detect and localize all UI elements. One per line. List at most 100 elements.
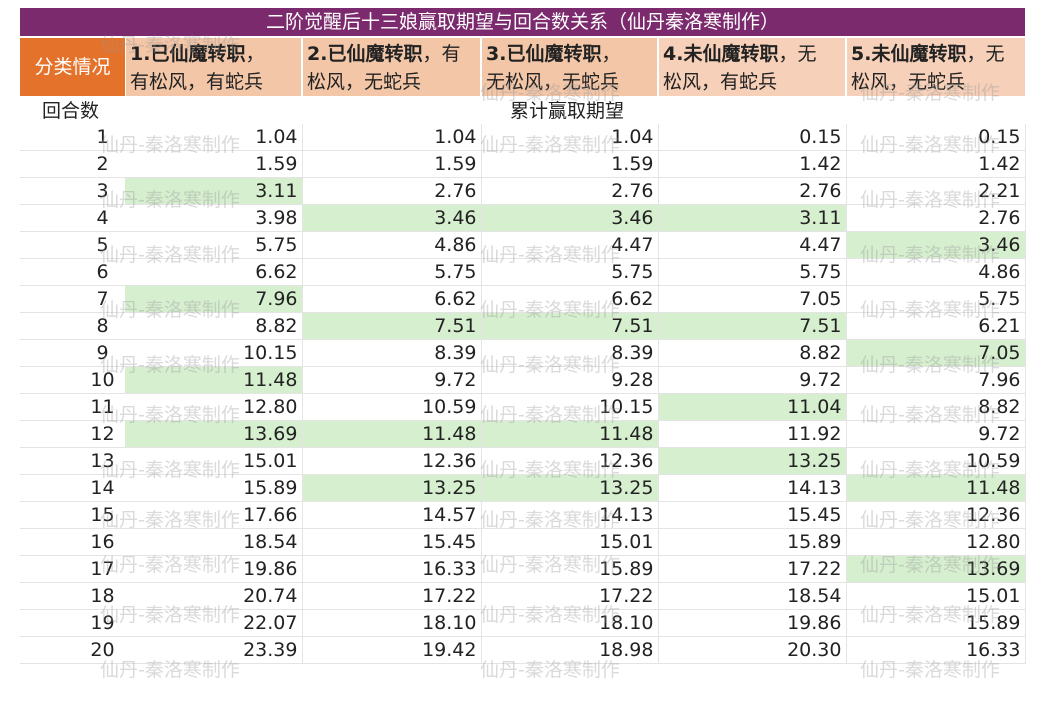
value-cell-col3[interactable]: 1.59 <box>481 150 659 179</box>
value-cell-col2[interactable]: 4.86 <box>302 231 482 260</box>
value-cell-col5[interactable]: 15.01 <box>846 582 1026 611</box>
value-cell-col4[interactable]: 11.92 <box>658 420 847 449</box>
value-cell-col2[interactable]: 2.76 <box>302 177 482 206</box>
value-cell-col4[interactable]: 20.30 <box>658 636 847 665</box>
value-cell-col2[interactable]: 9.72 <box>302 366 482 395</box>
value-cell-col2[interactable]: 1.59 <box>302 150 482 179</box>
value-cell-col4[interactable]: 13.25 <box>658 447 847 476</box>
value-cell-col4[interactable]: 15.45 <box>658 501 847 530</box>
value-cell-col2[interactable]: 1.04 <box>302 124 482 152</box>
value-cell-col4[interactable]: 5.75 <box>658 258 847 287</box>
value-cell-col3[interactable]: 11.48 <box>481 420 659 449</box>
value-cell-col3[interactable]: 17.22 <box>481 582 659 611</box>
value-cell-col4[interactable]: 9.72 <box>658 366 847 395</box>
value-cell-col1[interactable]: 8.82 <box>125 312 303 341</box>
value-cell-col4[interactable]: 17.22 <box>658 555 847 584</box>
value-cell-col3[interactable]: 15.01 <box>481 528 659 557</box>
value-cell-col3[interactable]: 8.39 <box>481 339 659 368</box>
value-cell-col5[interactable]: 7.96 <box>846 366 1026 395</box>
value-cell-col3[interactable]: 3.46 <box>481 204 659 233</box>
value-cell-col3[interactable]: 1.04 <box>481 124 659 152</box>
value-cell-col3[interactable]: 14.13 <box>481 501 659 530</box>
value-cell-col5[interactable]: 2.76 <box>846 204 1026 233</box>
value-cell-col2[interactable]: 13.25 <box>302 474 482 503</box>
value-cell-col4[interactable]: 11.04 <box>658 393 847 422</box>
value-cell-col3[interactable]: 10.15 <box>481 393 659 422</box>
value-cell-col4[interactable]: 0.15 <box>658 124 847 152</box>
value-cell-col5[interactable]: 16.33 <box>846 636 1026 665</box>
value-cell-col1[interactable]: 3.98 <box>125 204 303 233</box>
value-cell-col4[interactable]: 18.54 <box>658 582 847 611</box>
value-cell-col3[interactable]: 18.10 <box>481 609 659 638</box>
value-cell-col4[interactable]: 7.51 <box>658 312 847 341</box>
value-cell-col1[interactable]: 11.48 <box>125 366 303 395</box>
value-cell-col4[interactable]: 3.11 <box>658 204 847 233</box>
value-cell-col5[interactable]: 10.59 <box>846 447 1026 476</box>
value-cell-col2[interactable]: 3.46 <box>302 204 482 233</box>
value-cell-col1[interactable]: 7.96 <box>125 285 303 314</box>
value-cell-col3[interactable]: 15.89 <box>481 555 659 584</box>
value-cell-col2[interactable]: 12.36 <box>302 447 482 476</box>
value-cell-col4[interactable]: 19.86 <box>658 609 847 638</box>
value-cell-col2[interactable]: 17.22 <box>302 582 482 611</box>
value-cell-col1[interactable]: 22.07 <box>125 609 303 638</box>
value-cell-col5[interactable]: 0.15 <box>846 124 1026 152</box>
value-cell-col1[interactable]: 3.11 <box>125 177 303 206</box>
value-cell-col1[interactable]: 1.04 <box>125 124 303 152</box>
value-cell-col1[interactable]: 6.62 <box>125 258 303 287</box>
value-cell-col5[interactable]: 11.48 <box>846 474 1026 503</box>
value-cell-col3[interactable]: 4.47 <box>481 231 659 260</box>
value-cell-col2[interactable]: 11.48 <box>302 420 482 449</box>
value-cell-col3[interactable]: 9.28 <box>481 366 659 395</box>
value-cell-col5[interactable]: 12.36 <box>846 501 1026 530</box>
value-cell-col3[interactable]: 13.25 <box>481 474 659 503</box>
value-cell-col5[interactable]: 3.46 <box>846 231 1026 260</box>
value-cell-col5[interactable]: 13.69 <box>846 555 1026 584</box>
value-cell-col1[interactable]: 13.69 <box>125 420 303 449</box>
value-cell-col4[interactable]: 4.47 <box>658 231 847 260</box>
value-cell-col4[interactable]: 14.13 <box>658 474 847 503</box>
value-cell-col1[interactable]: 18.54 <box>125 528 303 557</box>
value-cell-col1[interactable]: 15.01 <box>125 447 303 476</box>
value-cell-col1[interactable]: 15.89 <box>125 474 303 503</box>
value-cell-col5[interactable]: 15.89 <box>846 609 1026 638</box>
value-cell-col5[interactable]: 1.42 <box>846 150 1026 179</box>
value-cell-col4[interactable]: 8.82 <box>658 339 847 368</box>
value-cell-col1[interactable]: 10.15 <box>125 339 303 368</box>
value-cell-col4[interactable]: 15.89 <box>658 528 847 557</box>
value-cell-col3[interactable]: 2.76 <box>481 177 659 206</box>
value-cell-col4[interactable]: 1.42 <box>658 150 847 179</box>
value-cell-col1[interactable]: 12.80 <box>125 393 303 422</box>
value-cell-col1[interactable]: 23.39 <box>125 636 303 665</box>
value-cell-col3[interactable]: 7.51 <box>481 312 659 341</box>
value-cell-col5[interactable]: 6.21 <box>846 312 1026 341</box>
value-cell-col5[interactable]: 9.72 <box>846 420 1026 449</box>
value-cell-col1[interactable]: 5.75 <box>125 231 303 260</box>
value-cell-col5[interactable]: 8.82 <box>846 393 1026 422</box>
value-cell-col1[interactable]: 1.59 <box>125 150 303 179</box>
value-cell-col2[interactable]: 8.39 <box>302 339 482 368</box>
value-cell-col1[interactable]: 19.86 <box>125 555 303 584</box>
value-cell-col2[interactable]: 5.75 <box>302 258 482 287</box>
value-cell-col2[interactable]: 19.42 <box>302 636 482 665</box>
value-cell-col2[interactable]: 6.62 <box>302 285 482 314</box>
value-cell-col3[interactable]: 18.98 <box>481 636 659 665</box>
value-cell-col5[interactable]: 2.21 <box>846 177 1026 206</box>
value-cell-col3[interactable]: 5.75 <box>481 258 659 287</box>
value-cell-col2[interactable]: 18.10 <box>302 609 482 638</box>
value-cell-col5[interactable]: 7.05 <box>846 339 1026 368</box>
value-cell-col5[interactable]: 5.75 <box>846 285 1026 314</box>
value-cell-col2[interactable]: 7.51 <box>302 312 482 341</box>
value-cell-col2[interactable]: 16.33 <box>302 555 482 584</box>
value-cell-col2[interactable]: 15.45 <box>302 528 482 557</box>
value-cell-col1[interactable]: 20.74 <box>125 582 303 611</box>
value-cell-col2[interactable]: 14.57 <box>302 501 482 530</box>
value-cell-col3[interactable]: 6.62 <box>481 285 659 314</box>
value-cell-col5[interactable]: 12.80 <box>846 528 1026 557</box>
value-cell-col4[interactable]: 7.05 <box>658 285 847 314</box>
value-cell-col2[interactable]: 10.59 <box>302 393 482 422</box>
value-cell-col3[interactable]: 12.36 <box>481 447 659 476</box>
value-cell-col1[interactable]: 17.66 <box>125 501 303 530</box>
value-cell-col5[interactable]: 4.86 <box>846 258 1026 287</box>
value-cell-col4[interactable]: 2.76 <box>658 177 847 206</box>
